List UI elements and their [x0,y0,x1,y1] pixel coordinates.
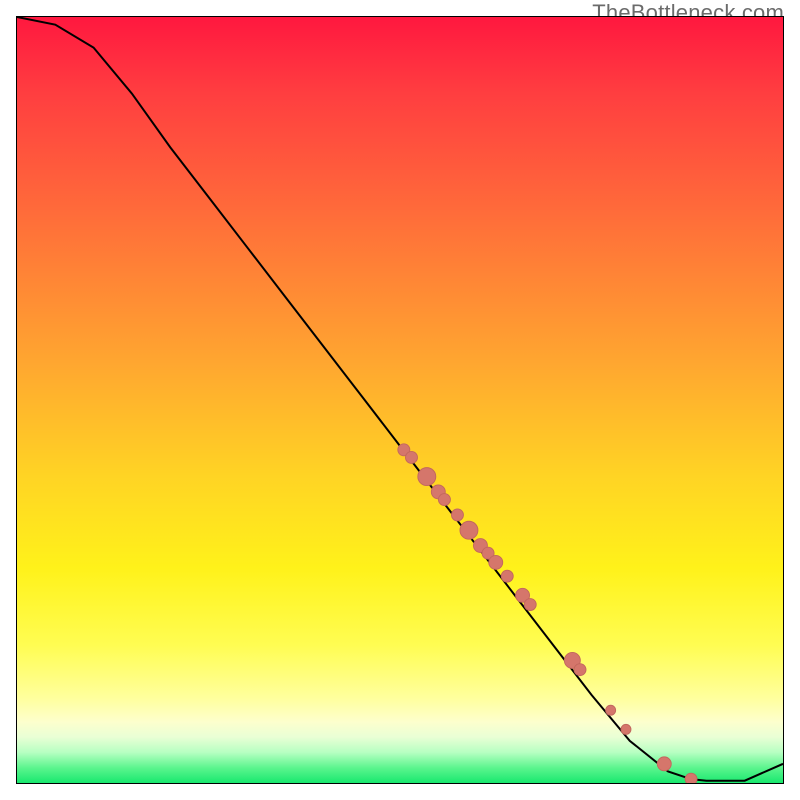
data-point [685,773,697,784]
data-point [621,724,631,734]
data-point [451,509,463,521]
data-point [438,494,450,506]
data-point [524,599,536,611]
bottleneck-curve [17,17,783,781]
data-point [574,664,586,676]
data-point [460,521,478,539]
plot-area [16,16,784,784]
data-points-group [398,444,697,784]
data-point [501,570,513,582]
data-point [418,468,436,486]
data-point [489,555,503,569]
data-point [406,451,418,463]
data-point [606,705,616,715]
data-point [657,757,671,771]
chart-canvas: TheBottleneck.com [0,0,800,800]
chart-overlay [17,17,783,783]
